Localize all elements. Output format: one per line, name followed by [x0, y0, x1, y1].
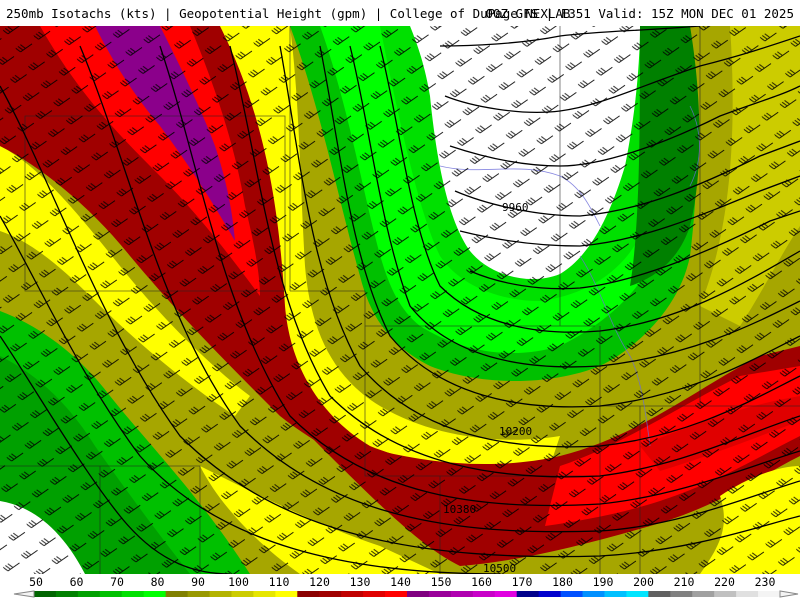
legend-tick-160: 160 — [471, 575, 492, 589]
legend-tick-200: 200 — [633, 575, 654, 589]
legend-swatch — [187, 591, 211, 597]
legend-swatch — [363, 591, 386, 597]
legend-swatch — [736, 591, 759, 597]
legend-swatch — [99, 591, 123, 597]
legend-swatch — [604, 591, 627, 597]
legend-tick-70: 70 — [110, 575, 124, 589]
legend-tick-labels: 50 60 70 80 90 100 110 120 130 140 150 160 170 180 190… — [29, 575, 775, 589]
legend-tick-50: 50 — [29, 575, 43, 589]
legend-tick-150: 150 — [431, 575, 452, 589]
legend-swatch — [55, 591, 79, 597]
legend-tick-180: 180 — [552, 575, 573, 589]
legend-arrow-left — [13, 590, 35, 598]
legend-tick-190: 190 — [593, 575, 614, 589]
isotach-map: 9960 10200 10380 10500 — [0, 26, 800, 574]
legend-swatch — [450, 591, 474, 597]
legend-tick-220: 220 — [714, 575, 735, 589]
legend-swatch — [143, 591, 167, 597]
header: 250mb Isotachs (kts) | Geopotential Heig… — [0, 0, 800, 26]
legend-swatch — [121, 591, 145, 597]
legend-swatch — [516, 591, 540, 597]
legend-swatch — [231, 591, 254, 597]
legend-tick-80: 80 — [151, 575, 165, 589]
legend-tick-130: 130 — [350, 575, 371, 589]
legend-swatch — [341, 591, 364, 597]
legend-swatch — [34, 591, 57, 597]
legend-tick-170: 170 — [512, 575, 533, 589]
legend-swatch — [582, 591, 605, 597]
legend-swatch — [648, 591, 671, 597]
legend-arrow-right — [779, 590, 799, 598]
contour-label-9960: 9960 — [502, 201, 529, 214]
legend-swatch — [297, 591, 320, 597]
legend-tick-140: 140 — [390, 575, 411, 589]
legend-swatch — [209, 591, 232, 597]
legend-swatch — [758, 591, 781, 597]
legend-swatch — [538, 591, 562, 597]
legend-swatch — [77, 591, 101, 597]
legend-swatch — [275, 591, 298, 597]
isotach-legend: 50 60 70 80 90 100 110 120 130 140 150 160 170 180 190… — [13, 575, 799, 598]
legend-tick-210: 210 — [674, 575, 695, 589]
legend-swatch — [626, 591, 649, 597]
legend-swatch — [670, 591, 693, 597]
wind-barbs — [0, 26, 800, 574]
legend-swatch — [407, 591, 430, 597]
legend-swatch — [165, 591, 189, 597]
legend-swatch — [714, 591, 737, 597]
legend-swatch — [692, 591, 715, 597]
legend-colorbar — [13, 590, 799, 598]
legend-swatch — [472, 591, 496, 597]
legend-tick-60: 60 — [70, 575, 84, 589]
legend-tick-120: 120 — [309, 575, 330, 589]
contour-label-10500: 10500 — [483, 562, 516, 574]
contour-label-10200: 10200 — [499, 425, 532, 438]
legend-swatch — [253, 591, 276, 597]
legend-tick-230: 230 — [755, 575, 776, 589]
legend-swatch — [428, 591, 452, 597]
legend-swatch — [385, 591, 408, 597]
contour-label-10380: 10380 — [443, 503, 476, 516]
legend-swatch — [560, 591, 584, 597]
legend-swatch — [494, 591, 518, 597]
legend-tick-100: 100 — [228, 575, 249, 589]
legend-tick-90: 90 — [191, 575, 205, 589]
legend-tick-110: 110 — [269, 575, 290, 589]
legend-swatch — [319, 591, 342, 597]
model-valid-time: 00Z GFS | F351 Valid: 15Z MON DEC 01 202… — [485, 6, 794, 21]
